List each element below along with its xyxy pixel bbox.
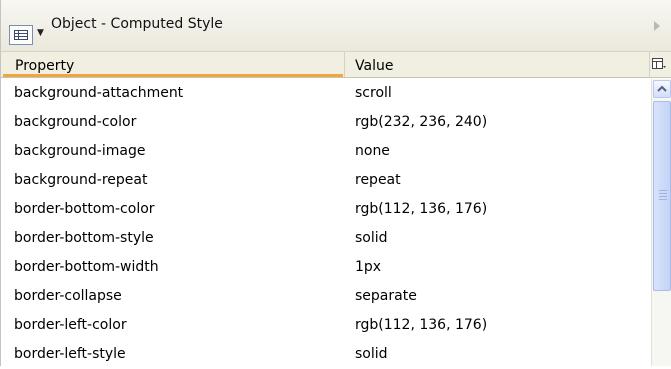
property-value: rgb(112, 136, 176): [355, 201, 488, 217]
property-name: border-collapse: [14, 288, 122, 304]
property-name: border-bottom-style: [14, 230, 154, 246]
chevron-right-icon[interactable]: [654, 21, 660, 31]
sort-indicator: [3, 74, 343, 77]
property-name: background-color: [14, 114, 137, 130]
view-mode-button[interactable]: [9, 25, 33, 45]
property-value: scroll: [355, 85, 392, 101]
computed-style-panel: ▼ Object - Computed Style Property Value…: [0, 0, 671, 366]
table-row[interactable]: background-color rgb(232, 236, 240): [1, 108, 651, 137]
scroll-thumb-grip: [659, 190, 667, 202]
table-row[interactable]: border-bottom-color rgb(112, 136, 176): [1, 195, 651, 224]
property-value: none: [355, 143, 390, 159]
property-name: border-bottom-width: [14, 259, 159, 275]
table-row[interactable]: border-left-color rgb(112, 136, 176): [1, 311, 651, 340]
property-name: border-bottom-color: [14, 201, 155, 217]
table-row[interactable]: border-left-style solid: [1, 340, 651, 369]
column-header-value[interactable]: Value: [345, 52, 650, 77]
column-chooser-icon[interactable]: [651, 57, 667, 71]
property-value: solid: [355, 230, 388, 246]
property-value: rgb(232, 236, 240): [355, 114, 488, 130]
table-row[interactable]: background-image none: [1, 137, 651, 166]
vertical-scrollbar[interactable]: [651, 79, 671, 366]
table-row[interactable]: background-attachment scroll: [1, 79, 651, 108]
table-row[interactable]: border-collapse separate: [1, 282, 651, 311]
column-header-value-label: Value: [355, 58, 394, 74]
property-value: repeat: [355, 172, 401, 188]
property-value: 1px: [355, 259, 382, 275]
property-name: border-left-style: [14, 346, 126, 362]
dropdown-arrow-icon[interactable]: ▼: [37, 28, 44, 38]
column-header-property-label: Property: [15, 58, 75, 74]
property-value: solid: [355, 346, 388, 362]
property-name: border-left-color: [14, 317, 127, 333]
panel-title-bar: ▼ Object - Computed Style: [1, 0, 671, 52]
property-list: background-attachment scroll background-co…: [1, 79, 651, 369]
scroll-up-button[interactable]: [653, 80, 671, 98]
column-header-row: Property Value: [1, 52, 671, 78]
table-row[interactable]: background-repeat repeat: [1, 166, 651, 195]
property-name: background-repeat: [14, 172, 148, 188]
scroll-thumb[interactable]: [653, 101, 671, 291]
property-value: rgb(112, 136, 176): [355, 317, 488, 333]
grid-view-icon: [14, 30, 28, 40]
property-name: background-attachment: [14, 85, 184, 101]
property-name: background-image: [14, 143, 146, 159]
panel-title: Object - Computed Style: [51, 16, 223, 32]
property-value: separate: [355, 288, 417, 304]
table-row[interactable]: border-bottom-style solid: [1, 224, 651, 253]
scroll-up-arrow-icon: [657, 85, 667, 92]
column-header-property[interactable]: Property: [1, 52, 345, 77]
table-row[interactable]: border-bottom-width 1px: [1, 253, 651, 282]
